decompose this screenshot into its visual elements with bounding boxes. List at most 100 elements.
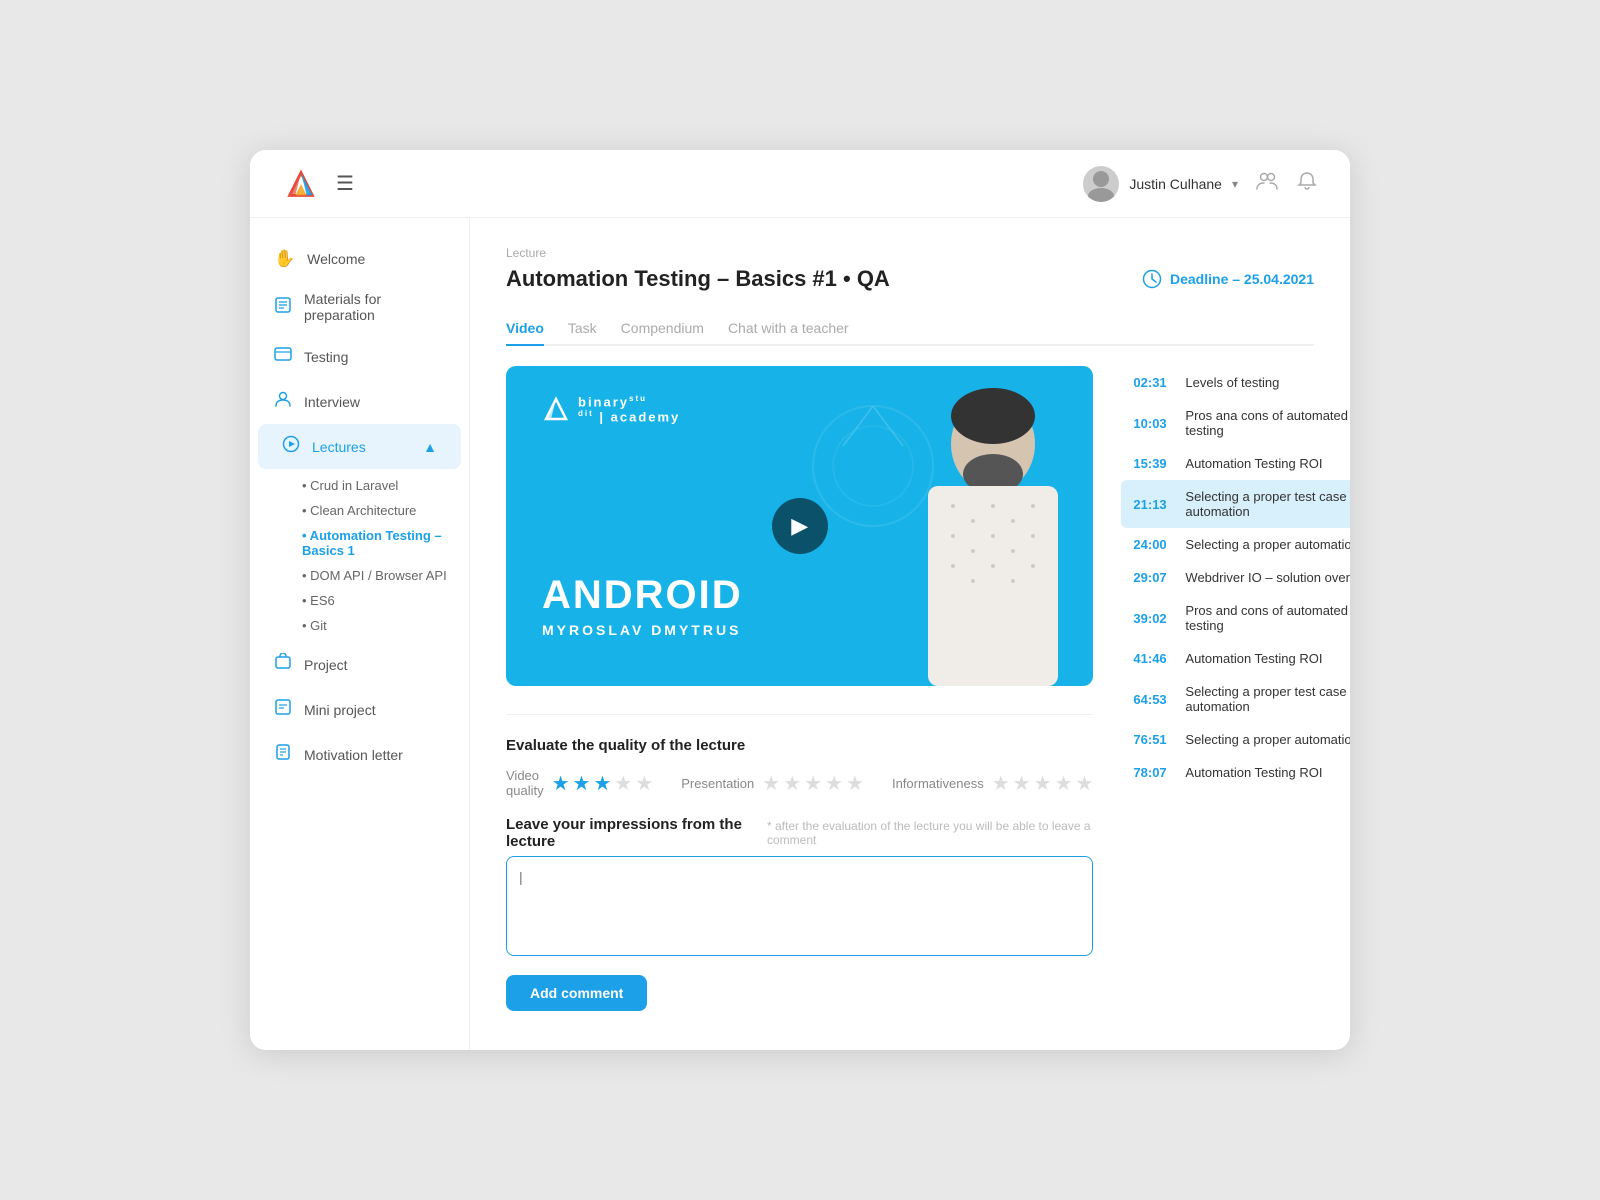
impressions-title-row: Leave your impressions from the lecture … <box>506 816 1093 850</box>
playlist-item-4[interactable]: 24:00 Selecting a proper automation tool <box>1121 528 1350 561</box>
star-4[interactable]: ★ <box>614 771 632 796</box>
video-brand-text: binarystudit | academy <box>578 394 680 425</box>
lectures-header-left: Lectures <box>282 435 366 458</box>
subitem-crud[interactable]: • Crud in Laravel <box>302 473 469 498</box>
sidebar: ✋ Welcome Materials for preparation Test… <box>250 218 470 1050</box>
chevron-down-icon: ▾ <box>1232 177 1238 191</box>
pstar-5[interactable]: ★ <box>846 771 864 796</box>
playlist-time-0: 02:31 <box>1133 375 1175 390</box>
play-icon: ▶ <box>791 513 808 539</box>
playlist-label-6: Pros and cons of automated GUI testing <box>1185 603 1350 633</box>
playlist-label-4: Selecting a proper automation tool <box>1185 537 1350 552</box>
istar-5[interactable]: ★ <box>1075 771 1093 796</box>
subitem-es6[interactable]: • ES6 <box>302 588 469 613</box>
pstar-2[interactable]: ★ <box>783 771 801 796</box>
playlist-time-5: 29:07 <box>1133 570 1175 585</box>
lectures-icon <box>282 435 300 458</box>
istar-4[interactable]: ★ <box>1055 771 1073 796</box>
playlist: 02:31 Levels of testing 10:03 Pros ana c… <box>1121 366 1350 1011</box>
playlist-time-9: 76:51 <box>1133 732 1175 747</box>
chevron-up-icon: ▲ <box>423 439 437 455</box>
video-quality-group: Video quality ★ ★ ★ ★ ★ <box>506 768 653 798</box>
istar-1[interactable]: ★ <box>992 771 1010 796</box>
subitem-git[interactable]: • Git <box>302 613 469 638</box>
presentation-stars[interactable]: ★ ★ ★ ★ ★ <box>762 771 864 796</box>
playlist-item-1[interactable]: 10:03 Pros ana cons of automated GUI tes… <box>1121 399 1350 447</box>
sidebar-item-mini-project[interactable]: Mini project <box>250 687 469 732</box>
star-5[interactable]: ★ <box>635 771 653 796</box>
video-quality-stars[interactable]: ★ ★ ★ ★ ★ <box>552 771 654 796</box>
avatar <box>1083 166 1119 202</box>
tab-task[interactable]: Task <box>568 312 597 346</box>
rating-section: Evaluate the quality of the lecture Vide… <box>506 714 1093 1011</box>
playlist-item-0[interactable]: 02:31 Levels of testing <box>1121 366 1350 399</box>
subitem-clean-arch[interactable]: • Clean Architecture <box>302 498 469 523</box>
video-person <box>893 366 1093 686</box>
star-3[interactable]: ★ <box>593 771 611 796</box>
playlist-item-10[interactable]: 78:07 Automation Testing ROI <box>1121 756 1350 789</box>
add-comment-button[interactable]: Add comment <box>506 975 647 1011</box>
subitem-dom-api[interactable]: • DOM API / Browser API <box>302 563 469 588</box>
playlist-item-8[interactable]: 64:53 Selecting a proper test case for a… <box>1121 675 1350 723</box>
video-brand-icon <box>542 395 570 423</box>
sidebar-item-welcome[interactable]: ✋ Welcome <box>250 238 469 280</box>
istar-3[interactable]: ★ <box>1034 771 1052 796</box>
sidebar-subitems: • Crud in Laravel • Clean Architecture •… <box>250 469 469 642</box>
playlist-time-8: 64:53 <box>1133 692 1175 707</box>
interview-icon <box>274 390 292 413</box>
playlist-time-1: 10:03 <box>1133 416 1175 431</box>
tab-video[interactable]: Video <box>506 312 544 346</box>
playlist-item-2[interactable]: 15:39 Automation Testing ROI <box>1121 447 1350 480</box>
tab-compendium[interactable]: Compendium <box>621 312 704 346</box>
sidebar-label-welcome: Welcome <box>307 251 365 267</box>
playlist-item-6[interactable]: 39:02 Pros and cons of automated GUI tes… <box>1121 594 1350 642</box>
playlist-label-0: Levels of testing <box>1185 375 1279 390</box>
pstar-4[interactable]: ★ <box>825 771 843 796</box>
sidebar-item-interview[interactable]: Interview <box>250 379 469 424</box>
rating-title: Evaluate the quality of the lecture <box>506 737 1093 754</box>
playlist-time-7: 41:46 <box>1133 651 1175 666</box>
subitem-automation-basics[interactable]: • Automation Testing – Basics 1 <box>302 523 469 563</box>
breadcrumb: Lecture <box>506 246 1314 260</box>
playlist-item-3[interactable]: 21:13 Selecting a proper test case for a… <box>1121 480 1350 528</box>
tabs: Video Task Compendium Chat with a teache… <box>506 312 1314 346</box>
video-quality-label: Video quality <box>506 768 544 798</box>
playlist-item-7[interactable]: 41:46 Automation Testing ROI <box>1121 642 1350 675</box>
tab-chat[interactable]: Chat with a teacher <box>728 312 849 346</box>
comment-input[interactable] <box>506 856 1093 956</box>
notification-icon[interactable] <box>1296 170 1318 198</box>
istar-2[interactable]: ★ <box>1013 771 1031 796</box>
header: ☰ Justin Culhane ▾ <box>250 150 1350 218</box>
playlist-time-6: 39:02 <box>1133 611 1175 626</box>
video-player[interactable]: binarystudit | academy ANDROID MYROSLAV … <box>506 366 1093 686</box>
play-button[interactable]: ▶ <box>772 498 828 554</box>
users-icon[interactable] <box>1256 170 1278 198</box>
informativeness-stars[interactable]: ★ ★ ★ ★ ★ <box>992 771 1094 796</box>
page-title: Automation Testing – Basics #1 • QA <box>506 266 890 292</box>
sidebar-item-motivation[interactable]: Motivation letter <box>250 732 469 777</box>
playlist-time-4: 24:00 <box>1133 537 1175 552</box>
sidebar-label-testing: Testing <box>304 349 348 365</box>
video-text: ANDROID MYROSLAV DMYTRUS <box>542 573 743 638</box>
star-2[interactable]: ★ <box>573 771 591 796</box>
playlist-label-1: Pros ana cons of automated GUI testing <box>1185 408 1350 438</box>
pstar-1[interactable]: ★ <box>762 771 780 796</box>
menu-icon[interactable]: ☰ <box>336 171 354 196</box>
playlist-item-9[interactable]: 76:51 Selecting a proper automation tool <box>1121 723 1350 756</box>
playlist-item-5[interactable]: 29:07 Webdriver IO – solution overview <box>1121 561 1350 594</box>
logo <box>282 165 320 203</box>
sidebar-item-lectures[interactable]: Lectures ▲ <box>258 424 461 469</box>
user-info[interactable]: Justin Culhane ▾ <box>1083 166 1238 202</box>
content-area: binarystudit | academy ANDROID MYROSLAV … <box>506 366 1314 1011</box>
playlist-time-2: 15:39 <box>1133 456 1175 471</box>
user-name: Justin Culhane <box>1129 176 1222 192</box>
body: ✋ Welcome Materials for preparation Test… <box>250 218 1350 1050</box>
sidebar-item-materials[interactable]: Materials for preparation <box>250 280 469 334</box>
page-title-row: Automation Testing – Basics #1 • QA Dead… <box>506 266 1314 292</box>
sidebar-label-mini-project: Mini project <box>304 702 376 718</box>
sidebar-item-project[interactable]: Project <box>250 642 469 687</box>
pstar-3[interactable]: ★ <box>804 771 822 796</box>
sidebar-item-testing[interactable]: Testing <box>250 334 469 379</box>
header-left: ☰ <box>282 165 354 203</box>
star-1[interactable]: ★ <box>552 771 570 796</box>
